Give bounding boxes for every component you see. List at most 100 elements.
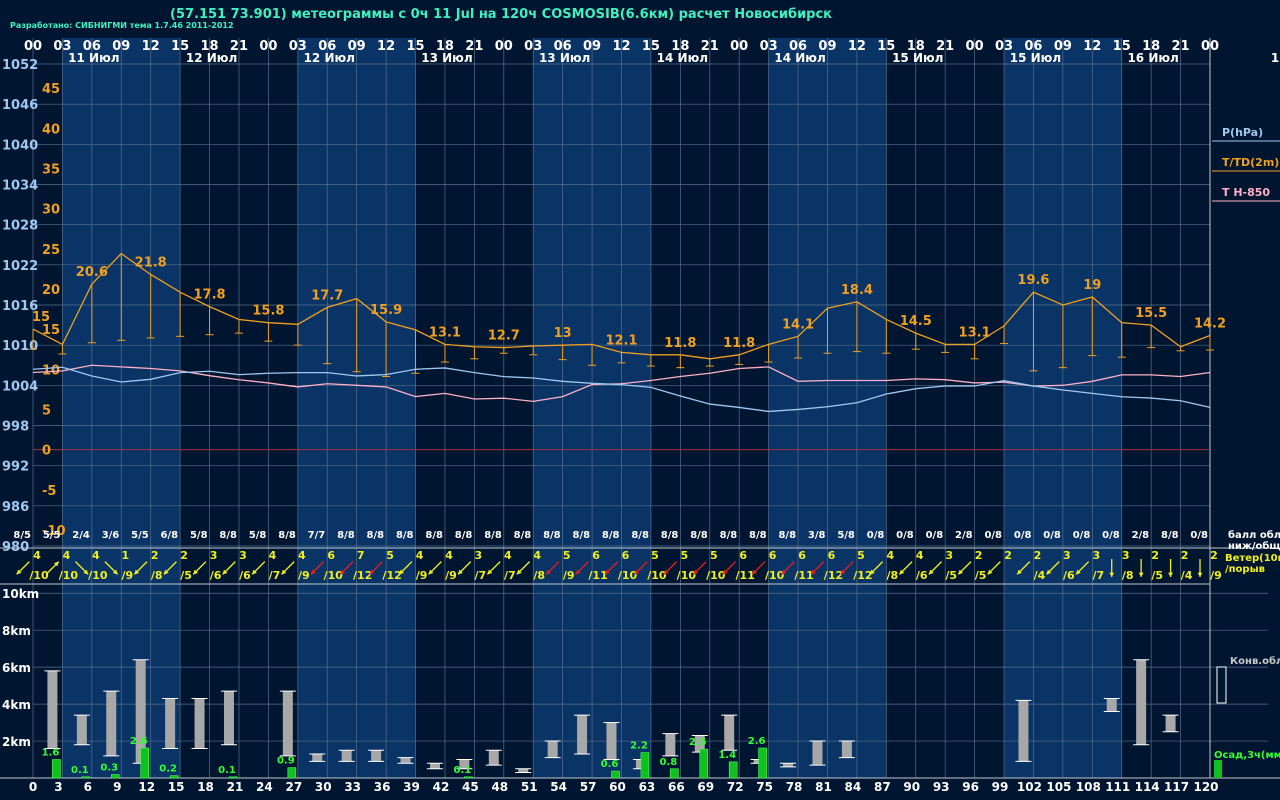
temperature-tick-label: 25 [42, 243, 60, 258]
day-label: 16 Июл [1271, 51, 1280, 65]
wind-gust-label: /5 [180, 569, 192, 582]
wind-arrowhead [1168, 572, 1173, 577]
cloud-cover-label: 2/4 [72, 530, 90, 541]
wind-gust-label: /12 [382, 569, 401, 582]
temperature-tick-label: 0 [42, 444, 51, 459]
convective-cloud-bar [841, 741, 852, 758]
wind-legend-label: Ветер(10м) [1225, 553, 1280, 564]
wind-speed-label: 1 [121, 549, 129, 562]
precip-bar [758, 747, 767, 779]
bottom-hour-label: 27 [285, 780, 302, 794]
precip-bar [228, 776, 238, 779]
bottom-hour-label: 75 [756, 780, 773, 794]
wind-gust-label: /6 [239, 569, 251, 582]
wind-speed-label: 5 [563, 549, 571, 562]
temperature-value-label: 19 [1083, 278, 1101, 293]
wind-speed-label: 2 [1210, 549, 1218, 562]
cloud-cover-label: 8/8 [278, 530, 296, 541]
wind-speed-label: 3 [1092, 549, 1100, 562]
wind-gust-label: /7 [1092, 569, 1104, 582]
wind-gust-label: /8 [151, 569, 163, 582]
convective-cloud-bar [518, 768, 529, 773]
wind-speed-label: 4 [92, 549, 100, 562]
wind-speed-label: 3 [1063, 549, 1071, 562]
top-hour-label: 12 [1083, 39, 1101, 54]
cloud-cover-label: 8/8 [572, 530, 590, 541]
pressure-tick-label: 998 [2, 420, 29, 435]
wind-gust-label: /10 [59, 569, 79, 582]
pressure-tick-label: 1028 [2, 219, 38, 234]
wind-speed-label: 2 [151, 549, 159, 562]
meteogram-svg: 00 03 06 09 12 15 18 21 00 03 06 09 12 15 18 21 00 03 06 09… [0, 38, 1280, 794]
wind-speed-label: 5 [857, 549, 865, 562]
bottom-hour-label: 96 [962, 780, 979, 794]
temperature-tick-label: 35 [42, 162, 60, 177]
convective-cloud-bar [282, 691, 293, 756]
wind-legend-label: /порыв [1225, 564, 1265, 575]
bottom-hour-label: 117 [1164, 780, 1189, 794]
precip-bar [464, 776, 473, 779]
bottom-hour-label: 15 [168, 780, 185, 794]
precip-value-label: 0.8 [659, 757, 677, 768]
day-label: 16 Июл [1127, 51, 1178, 65]
convective-cloud-bar [812, 741, 823, 766]
cloud-cover-label: 0/8 [896, 530, 914, 541]
cloud-cover-label: 8/8 [661, 530, 679, 541]
wind-gust-label: /10 [618, 569, 638, 582]
bottom-hour-label: 114 [1135, 780, 1160, 794]
bottom-hour-label: 6 [84, 780, 92, 794]
wind-speed-label: 4 [886, 549, 894, 562]
day-label: 14 Июл [657, 51, 708, 65]
wind-speed-label: 7 [357, 549, 365, 562]
temperature-value-label: 12.1 [605, 333, 637, 348]
convective-cloud-bar [724, 715, 735, 751]
legend-label: T H-850 [1222, 186, 1270, 199]
cloud-cover-label: 7/7 [308, 530, 326, 541]
temperature-value-label: 17.7 [311, 288, 343, 303]
temperature-tick-label: -5 [42, 484, 56, 499]
wind-speed-label: 6 [327, 549, 335, 562]
wind-gust-label: /9 [1210, 569, 1222, 582]
convective-cloud-bar [400, 757, 411, 764]
wind-gust-label: /9 [416, 569, 428, 582]
precip-value-label: 2.6 [130, 736, 148, 747]
precip-legend-swatch [1214, 760, 1222, 778]
precip-value-label: 0.2 [159, 764, 177, 775]
top-hour-label: 00 [24, 39, 42, 54]
temperature-value-label: 14.2 [1194, 317, 1226, 332]
temperature-tick-label: 30 [42, 203, 60, 218]
wind-speed-label: 5 [681, 549, 689, 562]
cloud-cover-label: 8/8 [425, 530, 443, 541]
cloud-cover-axis-label: ниж/общ [1228, 540, 1280, 552]
wind-speed-label: 2 [975, 549, 983, 562]
wind-gust-label: /4 [1181, 569, 1193, 582]
top-hour-label: 00 [1201, 39, 1219, 54]
wind-gust-label: /8 [533, 569, 545, 582]
precip-value-label: 2.2 [630, 741, 648, 752]
cloud-cover-label: 0/8 [1073, 530, 1091, 541]
conv-cloud-legend-swatch [1216, 666, 1227, 704]
wind-speed-label: 4 [504, 549, 512, 562]
cloud-cover-label: 3/8 [808, 530, 826, 541]
wind-gust-label: /10 [765, 569, 785, 582]
top-hour-label: 00 [966, 39, 984, 54]
cloud-cover-label: 8/8 [337, 530, 355, 541]
precip-bar [140, 747, 149, 779]
cloud-cover-label: 2/8 [1132, 530, 1150, 541]
altitude-tick-label: 4km [2, 698, 31, 712]
wind-gust-label: /9 [445, 569, 457, 582]
day-label: 11 Июл [68, 51, 119, 65]
convective-cloud-bar [341, 750, 352, 762]
bottom-hour-label: 72 [727, 780, 744, 794]
convective-cloud-bar [783, 763, 794, 767]
pressure-tick-label: 1046 [2, 98, 38, 113]
top-hour-label: 12 [848, 39, 866, 54]
wind-gust-label: /8 [886, 569, 898, 582]
temperature-value-label: 14.5 [900, 314, 932, 329]
temperature-value-label: 13.1 [429, 325, 461, 340]
temperature-value-label: 12.7 [488, 329, 520, 344]
precip-value-label: 1.4 [718, 750, 736, 761]
wind-speed-label: 4 [416, 549, 424, 562]
bottom-hour-label: 120 [1193, 780, 1218, 794]
precip-bar [287, 767, 297, 779]
